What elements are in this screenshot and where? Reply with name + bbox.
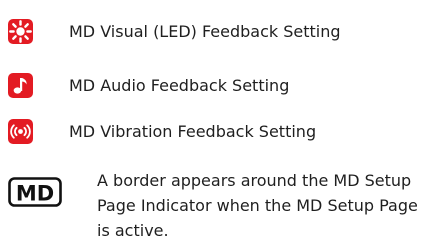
led-icon (8, 19, 33, 44)
md-indicator-text: MD (16, 182, 54, 206)
md-indicator-description: A border appears around the MD Setup Pag… (97, 171, 418, 240)
vibration-icon (8, 119, 33, 144)
md-setup-page-indicator-icon: MD (8, 177, 62, 207)
vibration-feedback-label: MD Vibration Feedback Setting (69, 122, 317, 141)
music-note-icon (8, 73, 33, 98)
led-feedback-label: MD Visual (LED) Feedback Setting (69, 22, 341, 41)
audio-feedback-label: MD Audio Feedback Setting (69, 76, 290, 95)
